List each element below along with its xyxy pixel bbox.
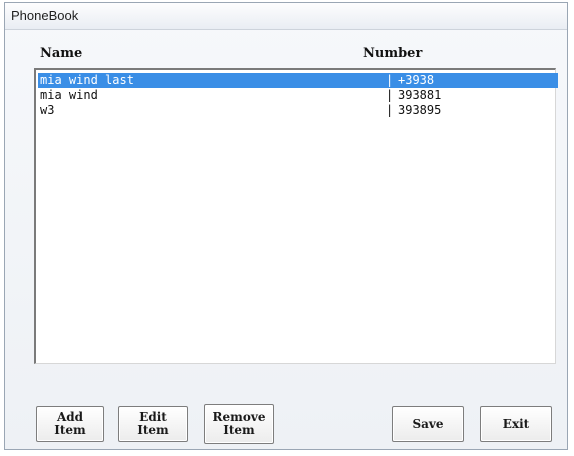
contact-number: 393881 [398,88,442,102]
list-item[interactable]: w3 | 393895 [38,103,558,118]
contact-name: mia wind last [40,73,134,87]
column-separator: | [386,88,394,102]
column-separator: | [386,73,394,87]
list-item[interactable]: mia wind last | +3938 [38,73,558,88]
contact-name: w3 [40,103,55,117]
edit-item-button[interactable]: Edit Item [118,406,188,442]
exit-button[interactable]: Exit [480,406,552,442]
title-bar[interactable]: PhoneBook [5,3,567,30]
contacts-listbox[interactable]: mia wind last | +3938 mia wind | 393881 … [34,68,558,364]
contact-name: mia wind [40,88,98,102]
remove-item-button[interactable]: Remove Item [204,404,274,444]
window-title: PhoneBook [11,8,79,23]
list-item[interactable]: mia wind | 393881 [38,88,558,103]
add-item-button[interactable]: Add Item [36,406,104,442]
save-button[interactable]: Save [392,406,464,442]
column-header-name: Name [40,46,83,61]
column-header-number: Number [363,46,423,61]
contact-number: 393895 [398,103,442,117]
contact-number: +3938 [398,73,435,87]
column-separator: | [386,103,394,117]
